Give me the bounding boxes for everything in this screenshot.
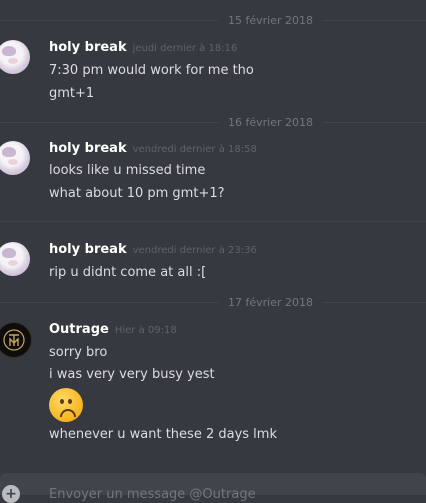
- avatar[interactable]: [0, 322, 32, 358]
- message-timestamp: jeudi dernier à 18:16: [132, 43, 238, 54]
- message-timestamp: Hier à 09:18: [114, 325, 177, 336]
- add-attachment-icon[interactable]: +: [2, 485, 20, 503]
- frowning-face-emoji[interactable]: [49, 388, 83, 422]
- date-divider: 15 février 2018: [0, 13, 426, 27]
- message-text: sorry bro: [49, 345, 108, 360]
- message-text: 7:30 pm would work for me tho: [49, 63, 254, 78]
- avatar[interactable]: [0, 40, 30, 74]
- date-divider-label: 16 février 2018: [228, 115, 314, 129]
- avatar[interactable]: [0, 242, 30, 276]
- date-divider-label: 15 février 2018: [228, 13, 314, 27]
- username[interactable]: holy break: [49, 141, 127, 156]
- message-separator: [0, 221, 426, 222]
- message-timestamp: vendredi dernier à 18:58: [132, 144, 257, 155]
- username[interactable]: Outrage: [49, 322, 109, 337]
- message-text: gmt+1: [49, 86, 95, 101]
- message-text: looks like u missed time: [49, 163, 206, 178]
- username[interactable]: holy break: [49, 40, 127, 55]
- message-composer[interactable]: + Envoyer un message @Outrage: [0, 473, 426, 503]
- message-text: rip u didnt come at all :[: [49, 265, 207, 280]
- message-text: i was very very busy yest: [49, 367, 215, 382]
- date-divider-label: 17 février 2018: [228, 295, 314, 309]
- message-timestamp: vendredi dernier à 23:36: [132, 245, 257, 256]
- message-text: whenever u want these 2 days lmk: [49, 427, 277, 442]
- avatar[interactable]: [0, 141, 30, 175]
- outrage-logo-icon: [3, 329, 25, 351]
- username[interactable]: holy break: [49, 242, 127, 257]
- date-divider: 16 février 2018: [0, 115, 426, 129]
- date-divider: 17 février 2018: [0, 295, 426, 309]
- message-text: what about 10 pm gmt+1?: [49, 186, 225, 201]
